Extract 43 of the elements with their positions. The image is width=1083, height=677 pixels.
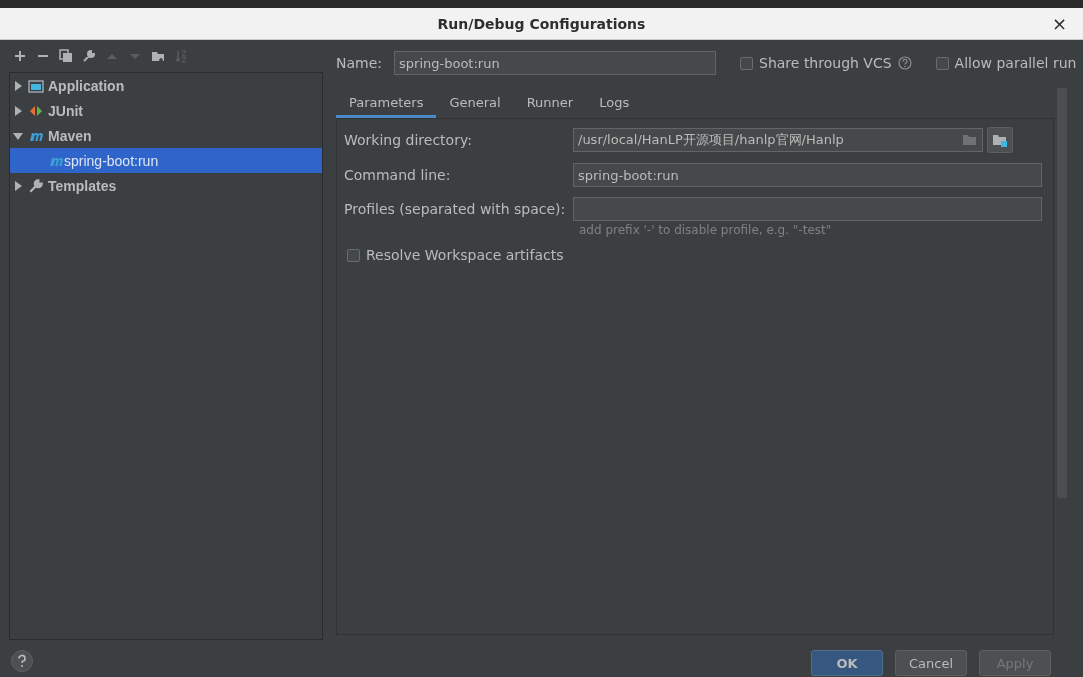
hint-text: add prefix '-' to disable profile, e.g. "-test"	[579, 223, 833, 237]
tab[interactable]: General	[436, 90, 514, 118]
help-icon[interactable]	[897, 56, 912, 70]
option-label[interactable]: Share through VCS	[759, 55, 892, 71]
text-field[interactable]: spring-boot:run	[573, 163, 1042, 187]
add-icon[interactable]	[13, 49, 27, 63]
copy-icon[interactable]	[59, 49, 73, 63]
tree-item[interactable]: JUnit	[48, 102, 83, 119]
checkbox[interactable]	[347, 248, 360, 262]
dialog-button[interactable]: Cancel	[895, 650, 967, 676]
question-mark-icon	[16, 654, 28, 668]
name-field[interactable]: spring-boot:run	[394, 51, 717, 75]
option-label[interactable]: Allow parallel run	[954, 55, 1077, 71]
tree-item-row[interactable]: spring-boot:run	[10, 148, 322, 173]
browse-button[interactable]	[987, 127, 1013, 153]
close-button[interactable]: ×	[1049, 13, 1069, 34]
help-button[interactable]	[11, 650, 33, 672]
wrench-icon[interactable]	[82, 49, 96, 63]
tree-item[interactable]: Maven	[48, 127, 92, 144]
text-field[interactable]	[573, 197, 1042, 221]
tree-item[interactable]: Templates	[48, 177, 117, 194]
field-label: Command line:	[344, 167, 452, 183]
wrench-icon	[28, 177, 44, 194]
collapsed-arrow-icon[interactable]	[12, 179, 24, 192]
field-label: Profiles (separated with space):	[344, 201, 567, 217]
directory-field[interactable]: /usr/local/HanLP开源项目/hanlp官网/Hanlp	[573, 128, 983, 152]
tab[interactable]: Parameters	[336, 90, 437, 118]
tab[interactable]: Logs	[586, 90, 643, 118]
tree-item[interactable]: spring-boot:run	[64, 152, 159, 169]
window-title: Run/Debug Configurations	[437, 15, 646, 32]
collapsed-arrow-icon[interactable]	[12, 79, 24, 92]
collapsed-arrow-icon[interactable]	[12, 104, 24, 117]
window-icon	[28, 77, 44, 94]
tab[interactable]: Runner	[513, 90, 587, 118]
checkbox-label[interactable]: Resolve Workspace artifacts	[366, 247, 564, 263]
tree-item[interactable]: Application	[48, 77, 125, 94]
folder-icon	[992, 133, 1008, 147]
name-label: Name:	[336, 55, 383, 71]
field-label: Working directory:	[344, 132, 473, 148]
checkbox[interactable]	[740, 56, 754, 70]
ok-button[interactable]: OK	[811, 650, 883, 676]
checkbox[interactable]	[935, 56, 949, 70]
new-folder-icon[interactable]	[151, 49, 165, 63]
